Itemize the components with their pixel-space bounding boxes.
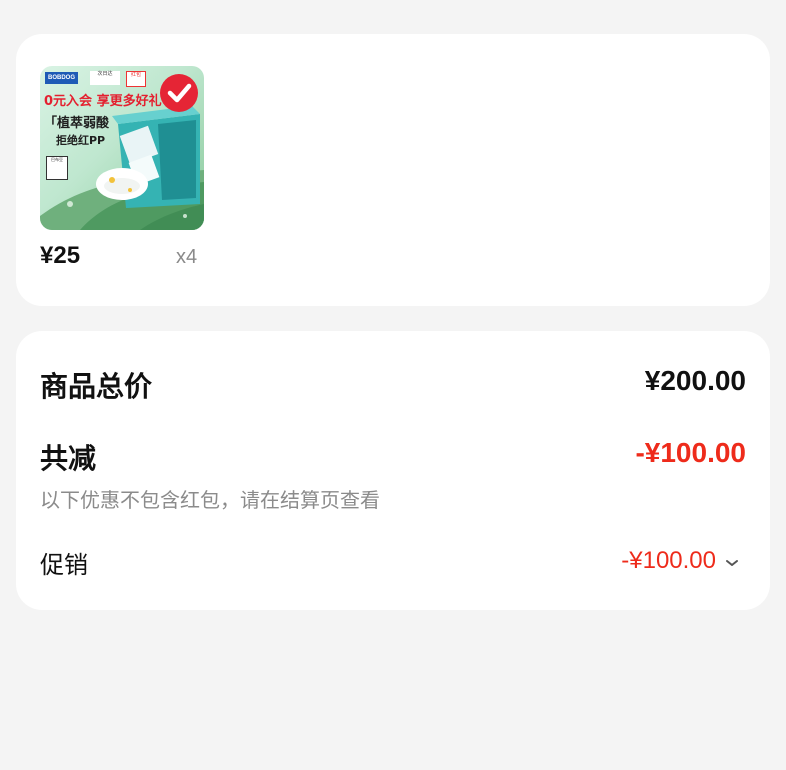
chevron-down-icon[interactable]	[722, 553, 742, 573]
discount-value: -¥100.00	[635, 437, 746, 468]
discount-label: 共减	[40, 442, 97, 475]
price-summary-card: 商品总价 ¥200.00 共减 -¥100.00 以下优惠不包含红包，请在结算页…	[16, 331, 770, 610]
thumbnail-tag: 红包	[126, 71, 146, 87]
discount-note: 以下优惠不包含红包，请在结算页查看	[40, 488, 380, 512]
promotion-value[interactable]: -¥100.00	[621, 547, 716, 575]
thumbnail-brand-tag: BOBDOG	[45, 72, 78, 84]
thumbnail-small-box: 巴布豆	[46, 156, 68, 180]
checkmark-icon	[160, 74, 198, 112]
promotion-label: 促销	[40, 551, 88, 579]
total-price-label: 商品总价	[40, 370, 153, 403]
thumbnail-subline: 拒绝红PP	[56, 134, 106, 147]
product-card: BOBDOG 次日达 红包 0元入会 享更多好礼 「植萃弱酸 拒绝红PP 巴布豆…	[16, 34, 770, 306]
product-thumbnail[interactable]: BOBDOG 次日达 红包 0元入会 享更多好礼 「植萃弱酸 拒绝红PP 巴布豆	[40, 66, 204, 230]
total-price-value: ¥200.00	[644, 365, 746, 396]
product-quantity: x4	[176, 246, 198, 268]
thumbnail-headline: 「植萃弱酸	[44, 116, 110, 131]
thumbnail-promo-text: 0元入会 享更多好礼	[44, 94, 162, 109]
product-price: ¥25	[40, 242, 81, 269]
thumbnail-tag: 次日达	[90, 71, 120, 85]
